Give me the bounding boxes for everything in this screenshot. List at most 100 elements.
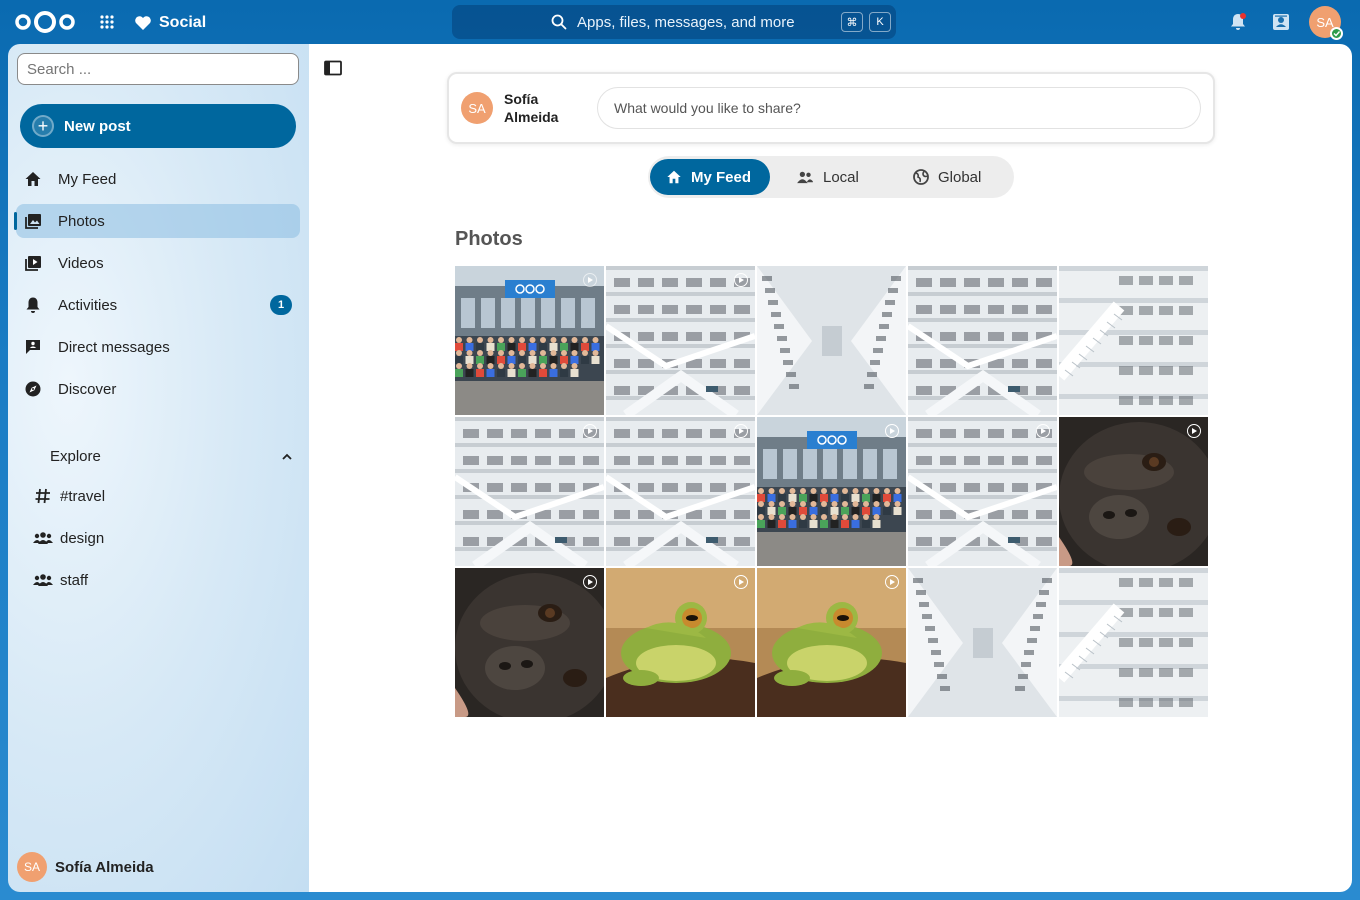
play-icon — [734, 424, 748, 438]
photo-thumbnail-library-aisle[interactable] — [757, 266, 906, 415]
tab-my-feed[interactable]: My Feed — [650, 159, 770, 195]
bell-icon — [22, 296, 44, 314]
play-icon — [734, 273, 748, 287]
tab-local[interactable]: Local — [796, 159, 886, 195]
search-icon — [551, 14, 567, 30]
new-post-button[interactable]: + New post — [20, 104, 296, 148]
photo-image — [455, 266, 604, 415]
avatar: SA — [461, 92, 493, 124]
photo-thumbnail-gorilla[interactable] — [1059, 417, 1208, 566]
composer-user-name: Sofía Almeida — [504, 91, 559, 125]
group-icon — [32, 530, 54, 546]
composer-input[interactable]: What would you like to share? — [597, 87, 1201, 129]
post-composer: SA Sofía Almeida What would you like to … — [447, 72, 1215, 144]
activities-count-badge: 1 — [270, 295, 292, 315]
main-content: SA Sofía Almeida What would you like to … — [309, 44, 1352, 892]
app-navigation: + New post My Feed Photos Videos — [8, 44, 309, 892]
new-post-label: New post — [64, 117, 131, 135]
photo-image — [1059, 417, 1208, 566]
explore-item-travel[interactable]: #travel — [32, 484, 105, 508]
sidebar-item-label: Videos — [58, 254, 104, 272]
play-icon — [1036, 424, 1050, 438]
explore-section-toggle[interactable]: Explore — [50, 448, 300, 468]
play-icon — [885, 424, 899, 438]
image-icon — [22, 212, 44, 230]
compass-icon — [22, 380, 44, 398]
home-icon — [666, 169, 682, 185]
avatar: SA — [17, 852, 47, 882]
photo-thumbnail-library[interactable] — [908, 266, 1057, 415]
explore-item-design[interactable]: design — [32, 526, 104, 550]
photo-thumbnail-library[interactable] — [606, 266, 755, 415]
sidebar-item-discover[interactable]: Discover — [16, 372, 300, 406]
notifications-bell-icon[interactable] — [1228, 12, 1248, 32]
sidebar-item-photos[interactable]: Photos — [14, 204, 300, 238]
unified-search[interactable]: Apps, files, messages, and more ⌘ K — [452, 5, 896, 39]
sidebar-item-label: Photos — [58, 212, 105, 230]
sidebar-item-label: Direct messages — [58, 338, 170, 356]
photo-image — [1059, 266, 1208, 415]
shortcut-key-cmd: ⌘ — [841, 12, 863, 32]
sidebar-toggle-icon[interactable] — [324, 60, 342, 76]
current-app[interactable]: Social — [134, 12, 206, 34]
top-header: Social Apps, files, messages, and more ⌘… — [0, 0, 1360, 44]
play-icon — [734, 575, 748, 589]
tab-label: Local — [823, 168, 859, 186]
chevron-up-icon — [282, 453, 292, 460]
home-icon — [22, 170, 44, 188]
nextcloud-logo-icon[interactable] — [14, 10, 76, 34]
message-icon — [22, 338, 44, 356]
photo-thumbnail-frog[interactable] — [757, 568, 906, 717]
sidebar-user-name: Sofía Almeida — [55, 858, 154, 876]
photo-thumbnail-library[interactable] — [606, 417, 755, 566]
photo-thumbnail-gorilla[interactable] — [455, 568, 604, 717]
photo-image — [757, 568, 906, 717]
photo-thumbnail-library-aisle[interactable] — [908, 568, 1057, 717]
contacts-icon[interactable] — [1271, 12, 1291, 32]
photo-thumbnail-library[interactable] — [908, 417, 1057, 566]
photo-thumbnail-library-stairs[interactable] — [1059, 568, 1208, 717]
photo-image — [606, 266, 755, 415]
sidebar-item-label: Discover — [58, 380, 117, 398]
photo-image — [757, 417, 906, 566]
play-icon — [583, 575, 597, 589]
sidebar-item-videos[interactable]: Videos — [16, 246, 300, 280]
app-name-label: Social — [159, 14, 207, 31]
photo-image — [757, 266, 906, 415]
sidebar-item-direct-messages[interactable]: Direct messages — [16, 330, 300, 364]
hashtag-icon — [32, 487, 54, 505]
play-icon — [583, 424, 597, 438]
tab-label: Global — [938, 168, 982, 186]
plus-icon: + — [32, 115, 54, 137]
photo-image — [908, 568, 1057, 717]
photo-image — [606, 568, 755, 717]
user-avatar[interactable]: SA — [1309, 6, 1343, 40]
explore-item-label: design — [60, 529, 105, 547]
group-icon — [32, 572, 54, 588]
sidebar-user-profile[interactable]: SA Sofía Almeida — [17, 852, 154, 882]
sidebar-item-activities[interactable]: Activities 1 — [16, 288, 300, 322]
sidebar-item-label: Activities — [58, 296, 118, 314]
video-icon — [22, 254, 44, 272]
tab-global[interactable]: Global — [913, 159, 1013, 195]
photo-thumbnail-library-stairs[interactable] — [1059, 266, 1208, 415]
photo-image — [606, 417, 755, 566]
app-grid-icon[interactable] — [99, 14, 115, 30]
photo-thumbnail-library[interactable] — [455, 417, 604, 566]
group-icon — [796, 170, 814, 184]
photo-image — [1059, 568, 1208, 717]
photo-thumbnail-frog[interactable] — [606, 568, 755, 717]
explore-label: Explore — [50, 448, 101, 465]
sidebar-item-label: My Feed — [58, 170, 117, 188]
sidebar-search-input[interactable] — [17, 53, 299, 85]
play-icon — [1187, 424, 1201, 438]
explore-item-staff[interactable]: staff — [32, 568, 88, 592]
user-initials: SA — [1316, 14, 1334, 30]
play-icon — [885, 575, 899, 589]
shortcut-key-k: K — [869, 12, 891, 32]
timeline-tabs: My Feed Local Global — [648, 156, 1014, 198]
sidebar-item-my-feed[interactable]: My Feed — [16, 162, 300, 196]
photo-thumbnail-group-photo[interactable] — [757, 417, 906, 566]
photo-thumbnail-group-photo[interactable] — [455, 266, 604, 415]
page-title: Photos — [455, 228, 523, 250]
